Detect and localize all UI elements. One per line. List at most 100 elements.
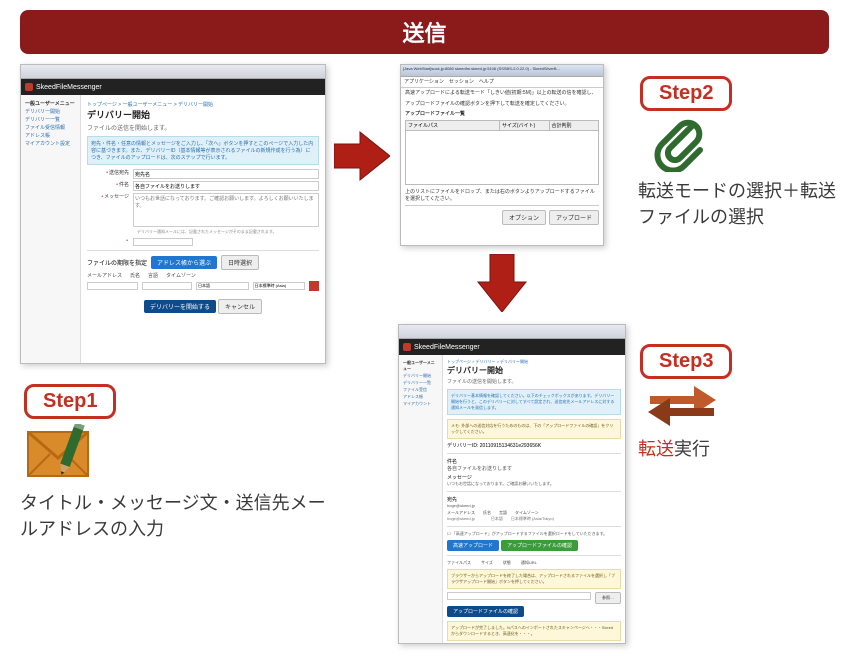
dest-value: hoge@skeed.jp xyxy=(447,503,621,508)
tz-select[interactable]: 日本標準時 (Asia) xyxy=(253,282,306,290)
screenshot-step2: [Java WebStart]sock.jp:8080 skeedfm.skee… xyxy=(400,64,604,246)
email-input[interactable] xyxy=(87,282,138,290)
sidebar-item[interactable]: アドレス帳 xyxy=(25,132,76,139)
app-logo-icon xyxy=(25,83,33,91)
message-textarea[interactable]: いつもお世話になっております。ご確認お願いします。よろしくお願いいたします。 xyxy=(133,193,319,227)
sidebar-item[interactable]: マイアカウント設定 xyxy=(25,140,76,147)
menu-bar[interactable]: アプリケーション セッション ヘルプ xyxy=(401,77,603,88)
col-name: 氏名 xyxy=(130,272,140,279)
page-heading: デリバリー開始 xyxy=(447,365,621,376)
page-heading: デリバリー開始 xyxy=(87,108,319,121)
col-path: ファイルパス xyxy=(447,560,471,566)
step1-description: タイトル・メッセージ文・送信先メールアドレスの入力 xyxy=(20,490,340,542)
file-list-header: ファイルパス サイズ(バイト) 合計判別 xyxy=(405,120,599,131)
remove-row-button[interactable] xyxy=(309,281,319,291)
col-url: 通知URL xyxy=(521,560,537,566)
window-titlebar: [Java WebStart]sock.jp:8080 skeedfm.skee… xyxy=(401,65,603,77)
app-header: SkeedFileMessenger xyxy=(21,79,325,95)
info-notice: デリバリー基本情報を確認してください。以下のチェックボックスがあります。デリバリ… xyxy=(447,389,621,415)
confirm-upload-button[interactable]: アップロードファイルの確認 xyxy=(501,540,578,551)
delivery-id-value: 20110915134631e293656K xyxy=(480,443,541,449)
datetime-button[interactable]: 日時選択 xyxy=(221,255,259,270)
sidebar-item[interactable]: アドレス帳 xyxy=(403,394,438,400)
cancel-button[interactable]: キャンセル xyxy=(218,299,262,314)
screenshot-step1: SkeedFileMessenger 一般ユーザーメニュー デリバリー開始 デリ… xyxy=(20,64,326,364)
drop-hint: 上のリストにファイルをドロップ、または右のボタンよりアップロードするファイルを選… xyxy=(405,188,599,202)
step3-desc-rest: 実行 xyxy=(674,439,710,459)
sidebar: 一般ユーザーメニュー デリバリー開始 デリバリー一覧 ファイル受信情報 アドレス… xyxy=(21,95,81,363)
instructions-line2: アップロードファイルの確認ボタンを押下して転送を確定してください。 xyxy=(401,99,603,110)
app-logo-icon xyxy=(403,343,411,351)
sidebar-item[interactable]: マイアカウント xyxy=(403,401,438,407)
sidebar-header: 一般ユーザーメニュー xyxy=(403,360,438,372)
screenshot-step3: SkeedFileMessenger 一般ユーザーメニュー デリバリー開始 デリ… xyxy=(398,324,626,644)
paperclip-icon xyxy=(652,116,708,172)
info-notice: 宛先・件名・任意の情報とメッセージをご入力し、「次へ」ボタンを押すとこのページで… xyxy=(87,136,319,165)
subject-label: 件名 xyxy=(447,458,621,465)
col-check: 合計判別 xyxy=(550,121,599,130)
val-email: hoge@skeed.jp xyxy=(447,516,475,522)
deadline-input[interactable] xyxy=(133,238,193,246)
step3-description: 転送実行 xyxy=(638,436,818,462)
app-name: SkeedFileMessenger xyxy=(36,84,102,91)
col-email: メールアドレス xyxy=(87,272,122,279)
col-path: ファイルパス xyxy=(406,121,500,130)
message-value: いつもお世話になっております。ご確認お願いいたします。 xyxy=(447,481,621,487)
list-title: アップロードファイル一覧 xyxy=(401,109,603,120)
sidebar-header: 一般ユーザーメニュー xyxy=(25,100,76,107)
diagram-canvas: SkeedFileMessenger 一般ユーザーメニュー デリバリー開始 デリ… xyxy=(0,62,849,658)
col-name: 氏名 xyxy=(483,510,491,516)
step1-label: Step1 xyxy=(24,384,116,419)
sidebar-item[interactable]: デリバリー開始 xyxy=(25,108,76,115)
sidebar: 一般ユーザーメニュー デリバリー開始 デリバリー一覧 ファイル受信 アドレス帳 … xyxy=(399,355,443,643)
browse-button[interactable]: 参照… xyxy=(595,592,621,604)
breadcrumb: トップページ > 一般ユーザーメニュー > デリバリー開始 xyxy=(87,101,319,108)
name-input[interactable] xyxy=(142,282,193,290)
window-titlebar xyxy=(21,65,325,79)
col-size: サイズ xyxy=(481,560,493,566)
sidebar-item[interactable]: デリバリー開始 xyxy=(403,373,438,379)
app-name: SkeedFileMessenger xyxy=(414,344,480,351)
transfer-arrows-icon xyxy=(646,382,718,430)
page-title: 送信 xyxy=(402,16,446,48)
sidebar-item[interactable]: デリバリー一覧 xyxy=(25,116,76,123)
deadline-label xyxy=(87,238,133,244)
start-delivery-button[interactable]: デリバリーを開始する xyxy=(144,300,216,313)
upload-button[interactable]: アップロード xyxy=(549,210,599,225)
window-titlebar xyxy=(399,325,625,339)
options-button[interactable]: オプション xyxy=(502,210,546,225)
warn-notice-3: アップロードが完了しました。Nパスへのインポートされたスキャンページへ・・・Sk… xyxy=(447,621,621,641)
dest-label: 送信宛先 xyxy=(87,169,133,176)
step2-label: Step2 xyxy=(640,76,732,111)
message-label: メッセージ xyxy=(87,193,133,200)
subject-input[interactable]: 各自ファイルをお送りします xyxy=(133,181,319,191)
page-subheading: ファイルの送信を開始します。 xyxy=(447,378,621,385)
col-state: 状態 xyxy=(503,560,511,566)
file-input[interactable] xyxy=(447,592,591,600)
warn-notice-2: ブラウザーからアップロードを終了した場合は、アップロードされるファイルを選択し「… xyxy=(447,569,621,589)
arrow-down-icon xyxy=(476,254,528,312)
step3-label: Step3 xyxy=(640,344,732,379)
step2-description: 転送モードの選択＋転送ファイルの選択 xyxy=(638,178,838,230)
message-label: メッセージ xyxy=(447,474,621,481)
high-speed-upload-button[interactable]: 高速アップロード xyxy=(447,540,499,551)
attach-label: ファイルの期限を指定 xyxy=(87,258,147,267)
val-tz: 日本標準時 (Asia/Tokyo) xyxy=(511,516,554,522)
col-size: サイズ(バイト) xyxy=(500,121,550,130)
app-header: SkeedFileMessenger xyxy=(399,339,625,355)
col-tz: タイムゾーン xyxy=(166,272,196,279)
page-subheading: ファイルの送信を開始します。 xyxy=(87,123,319,132)
address-book-button[interactable]: アドレス帳から選ぶ xyxy=(151,256,217,269)
warn-notice: メモ: 外部への送信対応を行うためのものは、下の「アップロードファイルの確認」を… xyxy=(447,419,621,439)
file-list-box[interactable] xyxy=(405,131,599,185)
subject-label: 件名 xyxy=(87,181,133,188)
delivery-id-label: デリバリーID: xyxy=(447,443,478,449)
sidebar-item[interactable]: デリバリー一覧 xyxy=(403,380,438,386)
sidebar-item[interactable]: ファイル受信情報 xyxy=(25,124,76,131)
dest-label: 宛先 xyxy=(447,496,621,503)
sidebar-item[interactable]: ファイル受信 xyxy=(403,387,438,393)
dest-input[interactable]: 宛先名 xyxy=(133,169,319,179)
lang-select[interactable]: 日本語 xyxy=(196,282,249,290)
confirm-upload-button-2[interactable]: アップロードファイルの確認 xyxy=(447,606,524,617)
checkbox-label[interactable]: ☐ 「高速アップロード」がアップロードするファイルを選択ロードをしていただきます… xyxy=(447,531,621,537)
